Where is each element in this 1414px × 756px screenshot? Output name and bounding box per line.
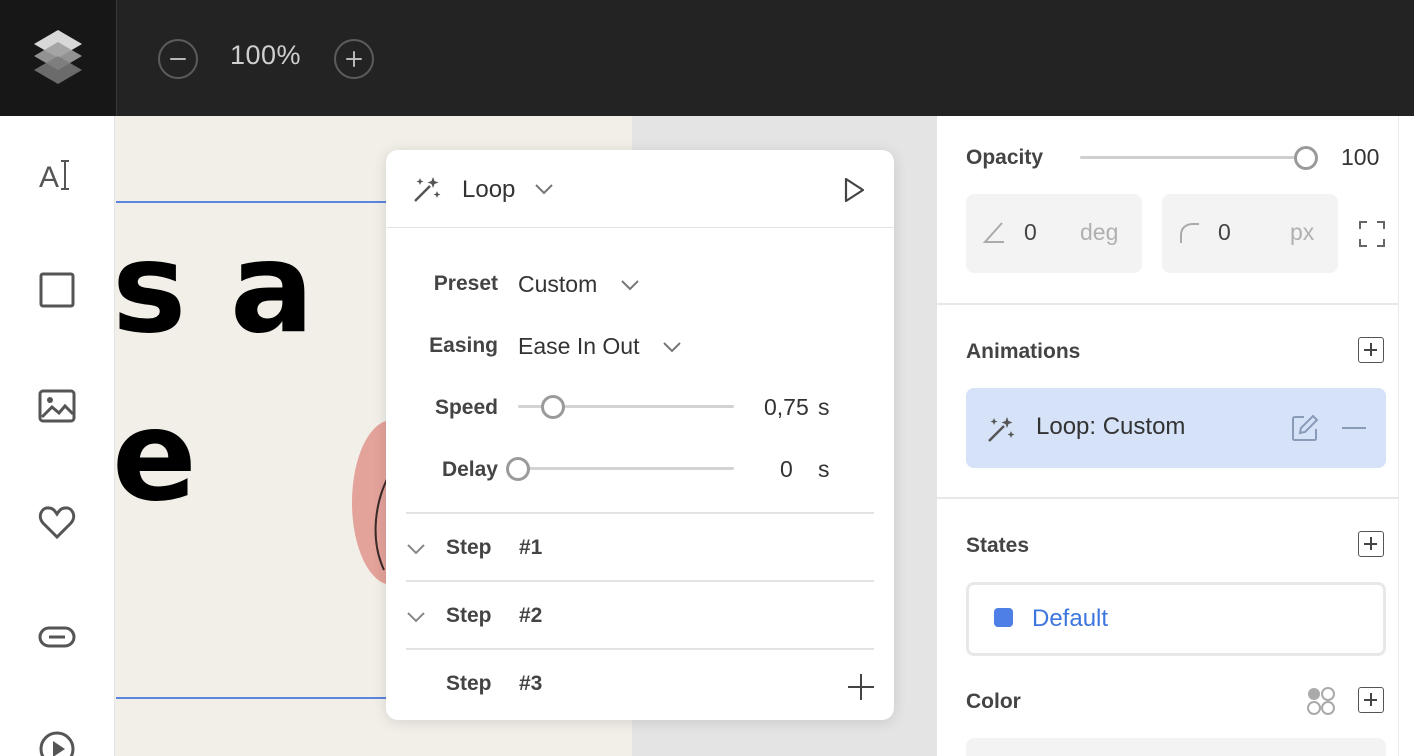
delay-slider-track[interactable] [518, 467, 734, 470]
speed-unit: s [818, 394, 830, 420]
state-color-swatch [994, 608, 1013, 627]
radius-value[interactable]: 0 [1218, 219, 1231, 246]
animations-heading: Animations [966, 340, 1081, 363]
zoom-level: 100% [230, 40, 302, 70]
states-heading: States [966, 534, 1030, 557]
step-2-label[interactable]: Step [446, 604, 492, 628]
zoom-out-button[interactable] [158, 39, 198, 79]
edit-icon[interactable] [1290, 413, 1320, 443]
magic-wand-icon [988, 417, 1015, 442]
step-2-number[interactable]: #2 [519, 604, 542, 628]
animation-item[interactable]: Loop: Custom [966, 388, 1386, 468]
radius-unit: px [1290, 219, 1315, 245]
add-state-button[interactable] [1358, 531, 1384, 557]
chevron-down-icon[interactable] [620, 278, 640, 292]
opacity-slider-track[interactable] [1080, 156, 1306, 159]
step-1-number[interactable]: #1 [519, 536, 542, 560]
chevron-down-icon[interactable] [662, 340, 682, 354]
step-3-number[interactable]: #3 [519, 672, 542, 696]
divider [406, 512, 874, 514]
speed-label: Speed [434, 396, 498, 419]
delay-slider-handle[interactable] [506, 457, 530, 481]
heart-tool-icon[interactable] [36, 501, 78, 543]
easing-label: Easing [429, 334, 498, 357]
delay-value[interactable]: 0 [780, 456, 793, 483]
step-3-label[interactable]: Step [446, 672, 492, 696]
image-tool-icon[interactable] [36, 385, 78, 427]
top-bar: 100% [0, 0, 1414, 116]
rectangle-tool-icon[interactable] [36, 269, 78, 311]
section-divider [937, 303, 1398, 305]
color-heading: Color [966, 690, 1021, 713]
divider [406, 648, 874, 650]
speed-value[interactable]: 0,75 [764, 394, 809, 421]
rotation-field[interactable]: 0 deg [966, 194, 1142, 273]
section-divider [937, 497, 1398, 499]
color-swatches-icon[interactable] [1306, 686, 1336, 716]
corner-radius-icon [1180, 223, 1199, 243]
chevron-down-icon[interactable] [534, 182, 554, 196]
delay-unit: s [818, 456, 830, 482]
text-tool-icon[interactable]: A [36, 154, 78, 196]
expand-corners-icon[interactable] [1358, 220, 1386, 248]
corner-radius-field[interactable]: 0 px [1162, 194, 1338, 273]
selection-guide-top [116, 201, 386, 203]
properties-scrollbar[interactable] [1398, 116, 1414, 756]
selection-guide-bottom [116, 697, 386, 699]
add-step-icon[interactable] [846, 672, 876, 702]
divider [406, 580, 874, 582]
canvas-heading-line-2[interactable]: e [112, 394, 197, 519]
animation-item-label: Loop: Custom [1036, 413, 1186, 440]
add-color-button[interactable] [1358, 687, 1384, 713]
chevron-down-icon[interactable] [406, 610, 426, 624]
preset-dropdown[interactable]: Custom [518, 271, 597, 298]
rotation-value[interactable]: 0 [1024, 219, 1037, 246]
delay-label: Delay [441, 458, 498, 481]
easing-dropdown[interactable]: Ease In Out [518, 333, 639, 360]
magic-wand-icon [414, 177, 441, 202]
left-toolbar: A [0, 116, 115, 756]
animation-popup: Loop Preset Custom Easing Ease In Out Sp… [386, 150, 894, 720]
opacity-value[interactable]: 100 [1341, 144, 1379, 171]
zoom-in-button[interactable] [334, 39, 374, 79]
svg-text:A: A [39, 161, 59, 194]
layers-logo-icon [34, 30, 82, 84]
angle-icon [982, 222, 1004, 243]
speed-slider-handle[interactable] [540, 395, 565, 419]
step-1-label[interactable]: Step [446, 536, 492, 560]
rotation-unit: deg [1080, 219, 1119, 245]
state-item-label: Default [1032, 605, 1109, 632]
animation-type-dropdown[interactable]: Loop [462, 176, 515, 204]
preset-label: Preset [433, 272, 498, 295]
opacity-label: Opacity [966, 146, 1044, 169]
add-animation-button[interactable] [1358, 337, 1384, 363]
chevron-down-icon[interactable] [406, 542, 426, 556]
opacity-slider-handle[interactable] [1294, 146, 1318, 170]
button-tool-icon[interactable] [36, 616, 78, 658]
video-tool-icon[interactable] [36, 728, 78, 756]
app-logo[interactable] [0, 0, 117, 116]
popup-header: Loop [386, 150, 894, 228]
state-item-default[interactable]: Default [966, 582, 1386, 656]
canvas-heading-line-1[interactable]: s a [112, 226, 314, 351]
color-field[interactable] [966, 738, 1386, 756]
play-icon[interactable] [842, 176, 866, 204]
remove-animation-icon[interactable] [1342, 427, 1366, 429]
